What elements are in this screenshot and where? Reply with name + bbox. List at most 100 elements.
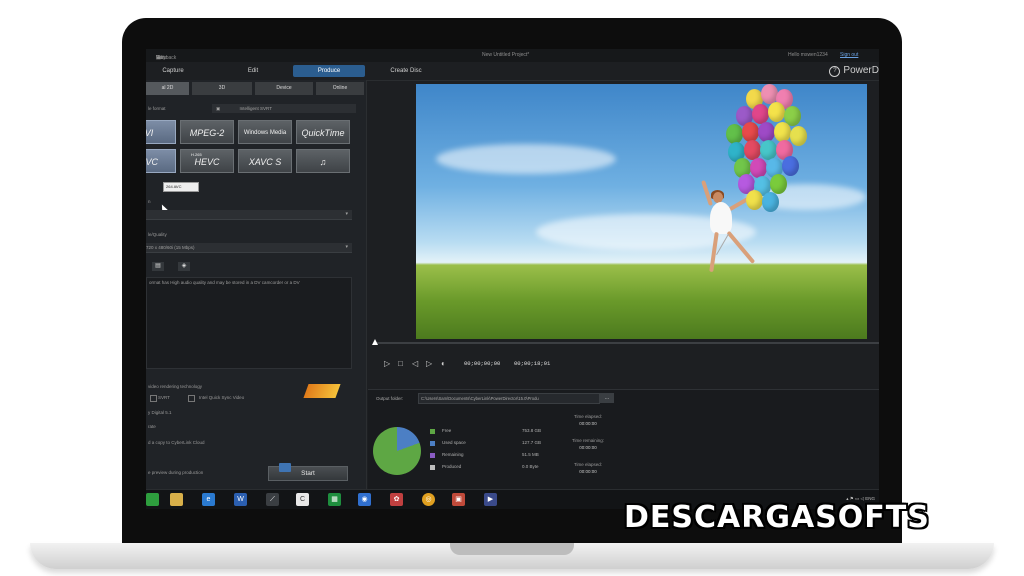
powerdirector-icon[interactable]: ▶ bbox=[484, 493, 497, 506]
format-audio-button[interactable]: ♫ bbox=[296, 149, 350, 173]
legend-value: 127.7 GB bbox=[522, 440, 542, 445]
quality-dropdown[interactable]: 720 x 480/60i (15 Mbps) ▾ bbox=[146, 243, 352, 253]
volume-icon[interactable]: ◐ bbox=[441, 359, 446, 368]
time-elapsed-label: Time elapsed: bbox=[573, 414, 603, 419]
play-icon[interactable]: ▷ bbox=[384, 359, 390, 368]
paint-icon[interactable]: ✿ bbox=[390, 493, 403, 506]
project-title: New Untitled Project* bbox=[482, 52, 530, 58]
legend-value: 0.0 Byte bbox=[522, 464, 539, 469]
start-icon[interactable] bbox=[146, 493, 159, 506]
tab-produce[interactable]: Produce bbox=[293, 65, 365, 77]
chrome-icon[interactable]: ◎ bbox=[422, 493, 435, 506]
brand-name: PowerD bbox=[843, 65, 879, 76]
produce-icon bbox=[279, 463, 291, 472]
laptop-notch bbox=[450, 543, 574, 555]
sign-out-link[interactable]: Sign out bbox=[840, 52, 858, 58]
quicksync-option-label: Intel Quick Sync Video bbox=[199, 395, 245, 400]
time-remaining-label: Time remaining: bbox=[571, 438, 605, 443]
tool-icon[interactable]: ⟋ bbox=[266, 493, 279, 506]
video-preview bbox=[416, 84, 867, 339]
format-windows-media-button[interactable]: Windows Media bbox=[238, 120, 292, 144]
file-explorer-icon[interactable] bbox=[170, 493, 183, 506]
word-icon[interactable]: W bbox=[234, 493, 247, 506]
time-elapsed-block: Time elapsed: 00:00:00 bbox=[560, 414, 616, 426]
profile-settings-icon[interactable]: ▤ bbox=[152, 262, 164, 271]
app-icon[interactable]: ◉ bbox=[358, 493, 371, 506]
help-icon[interactable]: ? bbox=[829, 66, 841, 77]
auto-label: rate bbox=[148, 424, 156, 429]
time-remaining-block: Time remaining: 00:00:00 bbox=[560, 438, 616, 450]
cloud-label: d a copy to CyberLink Cloud bbox=[148, 440, 205, 445]
tab-capture[interactable]: Capture bbox=[146, 65, 200, 77]
internet-explorer-icon[interactable]: e bbox=[202, 493, 215, 506]
output-folder-path[interactable]: C:\Users\Sam\Documents\CyberLink\PowerDi… bbox=[418, 393, 600, 404]
chevron-down-icon: ▾ bbox=[345, 211, 348, 217]
legend-value: 51.5 MB bbox=[522, 452, 539, 457]
legend-name: Produced bbox=[442, 464, 462, 469]
time-stopped-value: 00:00:00 bbox=[579, 469, 597, 474]
user-greeting: Hello mswen1234 bbox=[788, 52, 828, 58]
quality-label: le/Quality bbox=[148, 232, 167, 237]
svrt-checkbox[interactable] bbox=[150, 395, 157, 402]
playback-controls: ▷ □ ◁ ▷ ◐ 00;00;00;00 00;00;18;01 bbox=[376, 359, 879, 375]
format-quicktime-button[interactable]: QuickTime bbox=[296, 120, 350, 144]
timecode-end: 00;00;18;01 bbox=[514, 360, 551, 367]
legend-name: Remaining bbox=[442, 452, 464, 457]
output-panel: Output folder: C:\Users\Sam\Documents\Cy… bbox=[368, 389, 879, 490]
subtab-standard-2d[interactable]: al 2D bbox=[146, 82, 189, 95]
chevron-down-icon: ▾ bbox=[345, 244, 348, 250]
legend-name: Free bbox=[442, 428, 452, 433]
tab-create-disc[interactable]: Create Disc bbox=[374, 65, 438, 77]
browse-button[interactable]: ... bbox=[600, 393, 614, 403]
app-screen: Edit View Playback ▣ ⤺ ⤻ ▭ ◯ New Untitle… bbox=[146, 49, 879, 509]
photo-app-icon[interactable]: ▣ bbox=[452, 493, 465, 506]
brand-logo: ? PowerD bbox=[829, 65, 879, 77]
hevc-prefix: H.265 bbox=[191, 152, 202, 157]
quality-value: 720 x 480/60i (15 Mbps) bbox=[146, 245, 195, 250]
subtab-online[interactable]: Online bbox=[316, 82, 364, 95]
time-remaining-value: 00:00:00 bbox=[579, 445, 597, 450]
svrt-icon: ▣ bbox=[216, 106, 221, 111]
produce-subtabs: al 2D 3D Device Online bbox=[146, 82, 364, 96]
format-avi-button[interactable]: VI bbox=[146, 120, 176, 144]
subtab-3d[interactable]: 3D bbox=[192, 82, 252, 95]
region-label: n bbox=[148, 199, 151, 204]
dolby-label: y Digital 5.1 bbox=[148, 410, 172, 415]
format-hevc-button[interactable]: H.265 HEVC bbox=[180, 149, 234, 173]
prev-frame-icon[interactable]: ◁ bbox=[412, 359, 418, 368]
preview-label: e preview during production bbox=[148, 470, 204, 475]
legend-value: 753.8 GB bbox=[522, 428, 542, 433]
timeline-scrubber[interactable] bbox=[376, 342, 879, 344]
next-frame-icon[interactable]: ▷ bbox=[426, 359, 432, 368]
intelligent-svrt-label: Intelligent SVRT bbox=[239, 106, 272, 111]
region-dropdown[interactable]: ▾ bbox=[146, 210, 352, 220]
tab-edit[interactable]: Edit bbox=[226, 65, 280, 77]
disk-usage-pie-chart bbox=[373, 427, 421, 475]
format-avc-button[interactable]: AVC bbox=[146, 149, 176, 173]
excel-icon[interactable]: ▦ bbox=[328, 493, 341, 506]
format-mpeg2-button[interactable]: MPEG-2 bbox=[180, 120, 234, 144]
time-stopped-label: Time elapsed: bbox=[573, 462, 603, 467]
profile-description: ormat has High audio quality and may be … bbox=[146, 277, 352, 369]
file-format-label: le format bbox=[148, 106, 166, 111]
quicksync-checkbox[interactable] bbox=[188, 395, 195, 402]
profile-edit-icon[interactable]: ◈ bbox=[178, 262, 190, 271]
legend-swatch bbox=[430, 429, 435, 434]
speed-logo bbox=[303, 384, 341, 398]
watermark-text: DESCARGASOFTS bbox=[624, 500, 930, 535]
legend-name: Used space bbox=[442, 440, 466, 445]
intelligent-svrt-box[interactable]: ▣ Intelligent SVRT bbox=[212, 104, 356, 113]
svrt-option-label: SVRT bbox=[158, 395, 170, 400]
output-folder-label: Output folder: bbox=[376, 396, 404, 401]
format-xavc-s-button[interactable]: XAVC S bbox=[238, 149, 292, 173]
subtab-device[interactable]: Device bbox=[255, 82, 313, 95]
legend-swatch bbox=[430, 453, 435, 458]
scrubber-handle[interactable] bbox=[372, 339, 378, 345]
legend-swatch bbox=[430, 465, 435, 470]
mode-bar: Capture Edit Produce Create Disc ? PowerD bbox=[146, 62, 879, 81]
acceleration-label: video rendering technology bbox=[148, 384, 203, 389]
title-bar: Edit View Playback ▣ ⤺ ⤻ ▭ ◯ New Untitle… bbox=[146, 49, 879, 85]
format-tooltip: 264 AVC bbox=[163, 182, 199, 192]
stop-icon[interactable]: □ bbox=[398, 359, 403, 368]
camtasia-icon[interactable]: C bbox=[296, 493, 309, 506]
